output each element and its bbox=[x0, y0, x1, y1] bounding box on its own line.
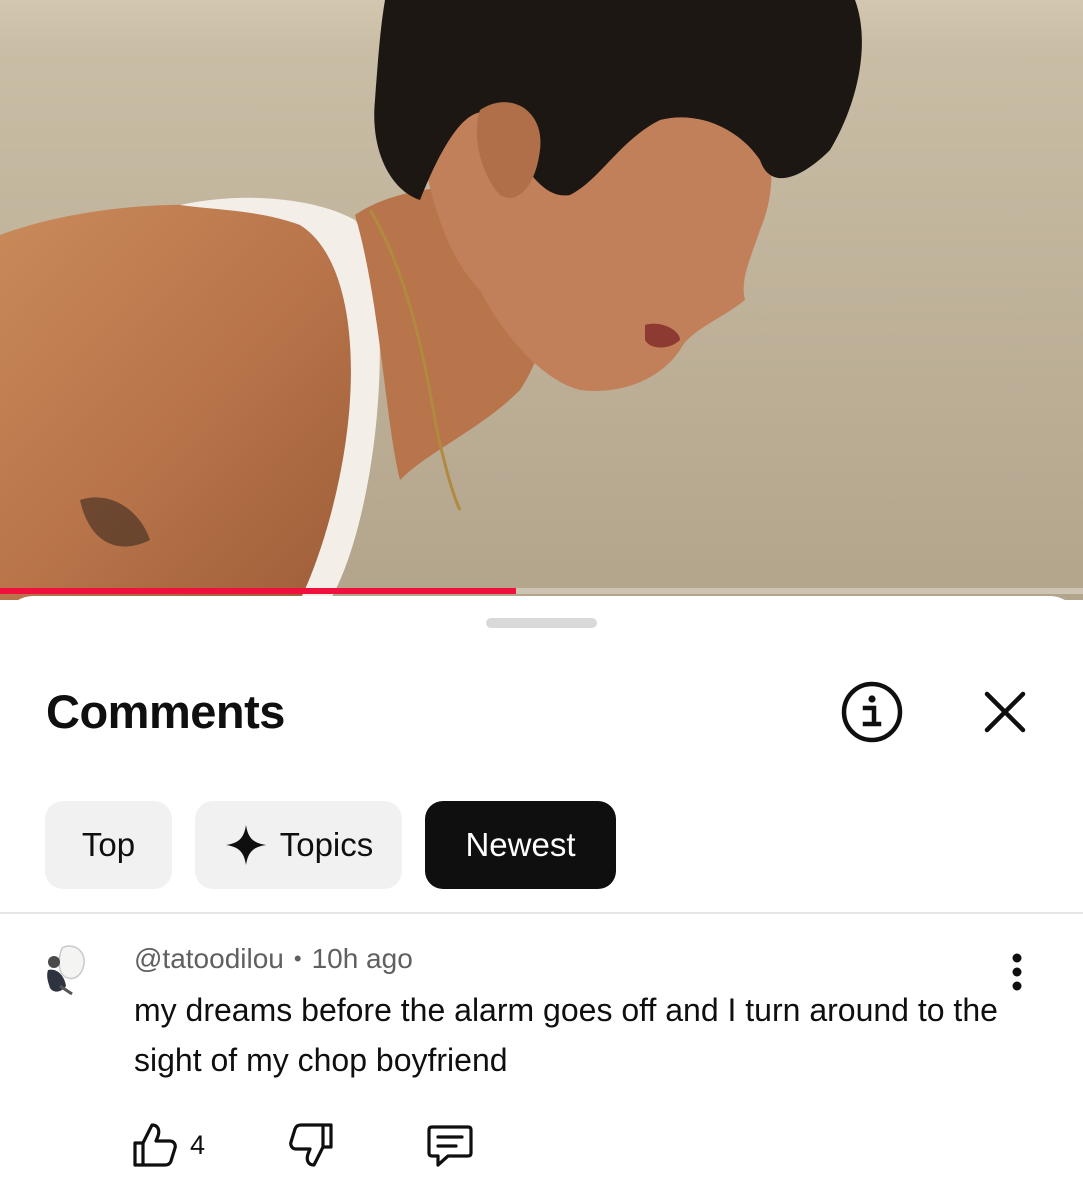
video-frame-image bbox=[0, 0, 1083, 600]
comment-text: my dreams before the alarm goes off and … bbox=[134, 992, 998, 1078]
app-screen: Comments Top Topics Newest @tatoodilou •… bbox=[0, 0, 1083, 1200]
thumbs-up-icon bbox=[133, 1123, 177, 1167]
thumbs-down-icon bbox=[289, 1123, 333, 1167]
drag-handle[interactable] bbox=[486, 618, 597, 628]
chip-top-label: Top bbox=[81, 826, 136, 863]
comment-timestamp: 10h ago bbox=[311, 943, 413, 974]
avatar-image bbox=[47, 945, 85, 996]
video-progress-fill bbox=[0, 588, 516, 594]
reply-button[interactable] bbox=[426, 1120, 474, 1170]
divider bbox=[0, 912, 1083, 914]
sparkle-icon bbox=[225, 825, 266, 865]
like-button[interactable] bbox=[132, 1120, 178, 1170]
chip-newest[interactable]: Newest bbox=[425, 801, 616, 889]
close-x-icon bbox=[984, 691, 1026, 733]
video-player[interactable] bbox=[0, 0, 1083, 600]
chip-newest-label: Newest bbox=[465, 826, 576, 863]
comments-title: Comments bbox=[46, 685, 285, 738]
close-button[interactable] bbox=[970, 677, 1040, 747]
info-button[interactable] bbox=[837, 677, 907, 747]
chip-top[interactable]: Top bbox=[45, 801, 172, 889]
avatar[interactable] bbox=[42, 942, 90, 998]
chip-topics-label: Topics bbox=[279, 826, 374, 863]
chip-topics[interactable]: Topics bbox=[195, 801, 402, 889]
comment-sort-chips: Top Topics Newest bbox=[45, 801, 616, 889]
comment-author[interactable]: @tatoodilou bbox=[134, 943, 284, 975]
like-count: 4 bbox=[190, 1130, 206, 1160]
dislike-button[interactable] bbox=[288, 1120, 334, 1170]
video-progress-track[interactable] bbox=[0, 588, 1083, 594]
comments-sheet: Comments Top Topics Newest @tatoodilou •… bbox=[0, 596, 1083, 1200]
comment-meta: @tatoodilou • 10h ago bbox=[134, 943, 413, 975]
meta-separator: • bbox=[293, 946, 302, 971]
info-circle-icon bbox=[841, 681, 903, 743]
reply-icon bbox=[427, 1125, 473, 1167]
